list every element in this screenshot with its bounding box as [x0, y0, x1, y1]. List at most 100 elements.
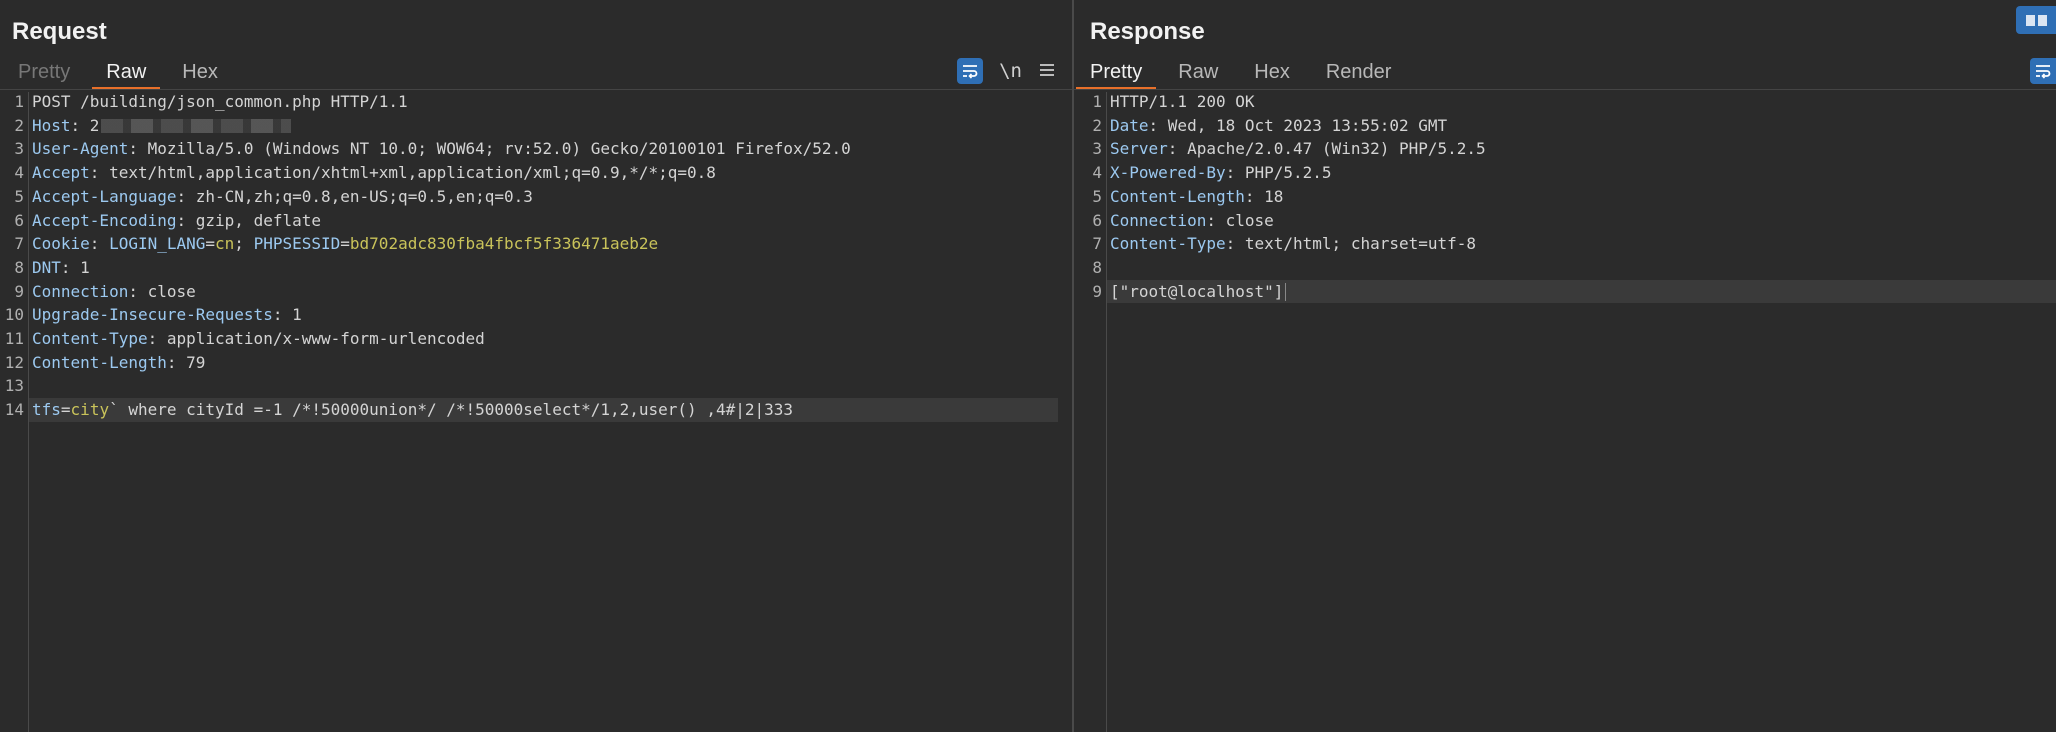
- word-wrap-button[interactable]: [2030, 58, 2056, 84]
- tab-raw[interactable]: Raw: [92, 56, 161, 90]
- line-content: Connection: close: [32, 280, 196, 304]
- code-line[interactable]: 1 HTTP/1.1 200 OK: [1074, 90, 2056, 114]
- cookie-equals: =: [205, 234, 216, 254]
- line-number: 4: [1092, 163, 1102, 183]
- text-cursor: [1285, 283, 1287, 302]
- header-value: Mozilla/5.0 (Windows NT 10.0; WOW64; rv:…: [147, 139, 851, 159]
- code-line[interactable]: 14 tfs=city` where cityId =-1 /*!50000uni…: [0, 398, 1072, 422]
- header-name: User-Agent: [32, 139, 129, 159]
- header-value: close: [147, 281, 196, 301]
- header-value: POST /building/json_common.php HTTP/1.1: [32, 92, 408, 111]
- line-content: Content-Type: application/x-www-form-url…: [32, 327, 485, 351]
- cookie-value: bd702adc830fba4fbcf5f336471aeb2e: [349, 234, 659, 254]
- request-tabs: Pretty Raw Hex: [4, 56, 240, 90]
- code-line[interactable]: 7 Content-Type: text/html; charset=utf-8: [1074, 232, 2056, 256]
- code-line[interactable]: 7 Cookie: LOGIN_LANG=cn; PHPSESSID=bd702a…: [0, 232, 1072, 256]
- body-param-name: tfs: [32, 400, 61, 420]
- line-content: X-Powered-By: PHP/5.2.5: [1110, 161, 1332, 185]
- header-name: Accept: [32, 163, 90, 183]
- header-value: close: [1225, 210, 1274, 230]
- header-separator: :: [1225, 163, 1245, 183]
- code-line[interactable]: 10 Upgrade-Insecure-Requests: 1: [0, 303, 1072, 327]
- line-content: Connection: close: [1110, 209, 1274, 233]
- tab-raw[interactable]: Raw: [1164, 56, 1232, 90]
- line-content: Cookie: LOGIN_LANG=cn; PHPSESSID=bd702ad…: [32, 232, 658, 256]
- code-line[interactable]: 8 DNT: 1: [0, 256, 1072, 280]
- line-number: 7: [1092, 234, 1102, 254]
- line-number: 11: [4, 329, 24, 348]
- line-content: Accept-Encoding: gzip, deflate: [32, 209, 321, 233]
- header-name: DNT: [32, 257, 61, 277]
- line-content: Content-Length: 18: [1110, 185, 1283, 209]
- layout-toggle-icon[interactable]: [2016, 6, 2056, 34]
- word-wrap-icon: [963, 65, 978, 79]
- cookie-name: PHPSESSID: [253, 234, 341, 254]
- header-value: HTTP/1.1 200 OK: [1110, 92, 1255, 111]
- line-number: 8: [14, 257, 24, 277]
- header-separator: :: [1148, 115, 1168, 135]
- menu-icon[interactable]: [1038, 61, 1056, 81]
- code-line[interactable]: 1 POST /building/json_common.php HTTP/1.1: [0, 90, 1072, 114]
- header-value: PHP/5.2.5: [1244, 163, 1332, 183]
- tab-pretty[interactable]: Pretty: [4, 56, 84, 90]
- header-name: Connection: [1110, 210, 1207, 230]
- line-content: ["root@localhost"]: [1110, 280, 1287, 304]
- code-line[interactable]: 4 Accept: text/html,application/xhtml+xml…: [0, 161, 1072, 185]
- code-line[interactable]: 9 Connection: close: [0, 280, 1072, 304]
- code-line[interactable]: 11 Content-Type: application/x-www-form-u…: [0, 327, 1072, 351]
- header-separator: :: [147, 329, 167, 348]
- header-value: Wed, 18 Oct 2023 13:55:02 GMT: [1167, 115, 1448, 135]
- header-value: 18: [1264, 186, 1284, 206]
- code-line[interactable]: 3 Server: Apache/2.0.47 (Win32) PHP/5.2.5: [1074, 137, 2056, 161]
- line-number: 6: [1092, 210, 1102, 230]
- code-line[interactable]: 3 User-Agent: Mozilla/5.0 (Windows NT 10.…: [0, 137, 1072, 161]
- show-newlines-button[interactable]: \n: [999, 60, 1022, 82]
- line-number: 3: [14, 139, 24, 159]
- line-number: 5: [1092, 186, 1102, 206]
- header-name: Accept-Encoding: [32, 210, 177, 230]
- line-content: User-Agent: Mozilla/5.0 (Windows NT 10.0…: [32, 137, 851, 161]
- cookie-separator: ;: [234, 234, 254, 254]
- header-separator: :: [128, 139, 148, 159]
- line-content: tfs=city` where cityId =-1 /*!50000union…: [32, 398, 793, 422]
- line-content: Content-Length: 79: [32, 351, 205, 375]
- line-number: 2: [1092, 115, 1102, 135]
- header-value: 1: [80, 257, 90, 277]
- header-separator: :: [272, 305, 293, 325]
- header-value: zh-CN,zh;q=0.8,en-US;q=0.5,en;q=0.3: [195, 186, 533, 206]
- line-content: Content-Type: text/html; charset=utf-8: [1110, 232, 1476, 256]
- tab-hex[interactable]: Hex: [168, 56, 232, 90]
- header-name: Upgrade-Insecure-Requests: [32, 305, 273, 325]
- line-content: HTTP/1.1 200 OK: [1110, 90, 1255, 114]
- word-wrap-icon: [2036, 65, 2051, 79]
- word-wrap-button[interactable]: [957, 58, 984, 84]
- header-value: 2: [89, 115, 100, 135]
- code-line[interactable]: 2 Date: Wed, 18 Oct 2023 13:55:02 GMT: [1074, 114, 2056, 138]
- tab-render[interactable]: Render: [1312, 56, 1406, 90]
- code-line[interactable]: 6 Connection: close: [1074, 209, 2056, 233]
- header-value: ["root@localhost"]: [1110, 281, 1284, 301]
- code-line[interactable]: 4 X-Powered-By: PHP/5.2.5: [1074, 161, 2056, 185]
- header-value: gzip, deflate: [195, 210, 321, 230]
- line-content: Upgrade-Insecure-Requests: 1: [32, 303, 302, 327]
- code-line[interactable]: 13: [0, 374, 1072, 398]
- request-editor[interactable]: 1 POST /building/json_common.php HTTP/1.1…: [0, 92, 1072, 732]
- tab-pretty[interactable]: Pretty: [1076, 56, 1157, 90]
- header-name: Content-Length: [32, 352, 167, 372]
- code-line[interactable]: 9 ["root@localhost"]: [1074, 279, 2056, 304]
- tab-hex[interactable]: Hex: [1240, 56, 1304, 90]
- line-content: Accept-Language: zh-CN,zh;q=0.8,en-US;q=…: [32, 185, 533, 209]
- code-line[interactable]: 5 Accept-Language: zh-CN,zh;q=0.8,en-US;q…: [0, 185, 1072, 209]
- code-line[interactable]: 5 Content-Length: 18: [1074, 185, 2056, 209]
- code-line[interactable]: 6 Accept-Encoding: gzip, deflate: [0, 209, 1072, 233]
- header-separator: :: [60, 257, 81, 277]
- code-line[interactable]: 8: [1074, 256, 2056, 280]
- line-number: 3: [1092, 139, 1102, 159]
- line-number: 9: [14, 281, 24, 301]
- code-line[interactable]: 12 Content-Length: 79: [0, 351, 1072, 375]
- response-editor[interactable]: 1 HTTP/1.1 200 OK 2 Date: Wed, 18 Oct 2023 …: [1074, 92, 2056, 732]
- line-number: 4: [14, 163, 24, 183]
- header-name: Content-Length: [1110, 186, 1245, 206]
- header-name: Date: [1110, 115, 1149, 135]
- code-line[interactable]: 2 Host: 2: [0, 114, 1072, 138]
